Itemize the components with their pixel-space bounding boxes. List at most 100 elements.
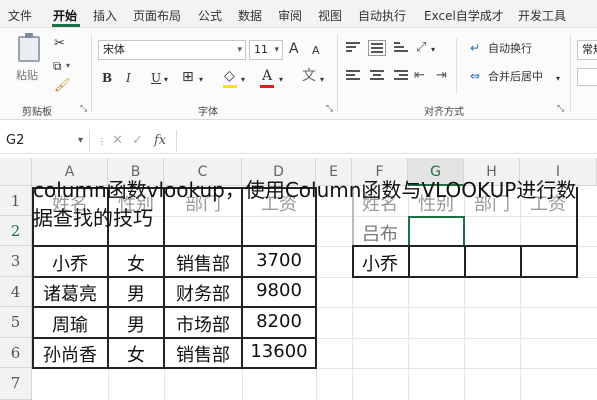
underline-button[interactable]: U [151, 70, 161, 86]
merge-dropdown-icon[interactable]: ▾ [556, 71, 560, 87]
tab-developer[interactable]: 开发工具 [518, 7, 566, 24]
cell-c5[interactable]: 市场部 [164, 311, 242, 337]
phonetic-dropdown-icon[interactable]: ▾ [320, 72, 324, 88]
tab-data[interactable]: 数据 [238, 7, 262, 24]
row-header-5[interactable]: 5 [0, 307, 32, 338]
merge-center-button[interactable]: 合并后居中 [488, 69, 543, 85]
tab-file[interactable]: 文件 [8, 7, 32, 24]
font-color-icon[interactable]: A [262, 68, 272, 84]
format-painter-icon[interactable]: 🖌 [54, 78, 71, 94]
cell-c4[interactable]: 财务部 [164, 280, 242, 306]
table-border [32, 276, 317, 278]
border-icon[interactable]: ⊞ [182, 69, 194, 85]
row-header-6[interactable]: 6 [0, 338, 32, 368]
formula-divider [176, 130, 177, 152]
cell-a5[interactable]: 周瑜 [32, 311, 108, 337]
tab-home[interactable]: 开始 [53, 7, 77, 24]
font-color-dropdown-icon[interactable]: ▾ [279, 72, 283, 88]
tab-page-layout[interactable]: 页面布局 [133, 7, 181, 24]
decrease-indent-icon[interactable]: ⇤ [414, 68, 425, 84]
fill-color-icon[interactable]: ◇ [224, 68, 235, 84]
align-center-icon[interactable] [370, 70, 384, 82]
table-border [32, 367, 317, 369]
chevron-down-icon: ▾ [274, 45, 279, 55]
underline-dropdown-icon[interactable]: ▾ [164, 72, 168, 88]
cancel-icon[interactable]: ✕ [112, 133, 123, 148]
align-top-icon[interactable] [346, 42, 360, 54]
font-size-value: 11 [254, 43, 268, 56]
group-divider [456, 38, 457, 94]
border-dropdown-icon[interactable]: ▾ [199, 72, 203, 88]
row-header-4[interactable]: 4 [0, 277, 32, 307]
alignment-launcher-icon[interactable]: ⤡ [557, 104, 564, 114]
cell-c3[interactable]: 销售部 [164, 250, 242, 276]
row-header-7[interactable]: 7 [0, 368, 32, 400]
paste-button[interactable]: 粘贴 [16, 68, 38, 84]
currency-format-button[interactable] [577, 68, 597, 86]
cell-b4[interactable]: 男 [108, 280, 164, 306]
align-left-icon[interactable] [346, 70, 360, 82]
cell-a4[interactable]: 诸葛亮 [32, 280, 108, 306]
cell-b6[interactable]: 女 [108, 341, 164, 367]
menu-bar: 文件 开始 插入 页面布局 公式 数据 审阅 视图 自动执行 Excel自学成才… [0, 0, 597, 28]
clipboard-group-label: 剪贴板 [22, 107, 52, 118]
orientation-icon[interactable]: ⤢ [416, 40, 426, 56]
cell-c6[interactable]: 销售部 [164, 341, 242, 367]
lookup-table-border [352, 245, 354, 278]
decrease-font-button[interactable]: A [312, 43, 320, 59]
font-group-label: 字体 [198, 107, 218, 118]
enter-icon[interactable]: ✓ [132, 133, 143, 148]
cut-icon[interactable]: ✂ [54, 36, 65, 52]
phonetic-icon[interactable]: 文 [302, 68, 316, 84]
tab-insert[interactable]: 插入 [93, 7, 117, 24]
wrap-text-button[interactable]: 自动换行 [488, 41, 532, 57]
select-all-corner[interactable] [0, 158, 32, 186]
align-bottom-icon[interactable] [394, 42, 408, 54]
cell-d3[interactable]: 3700 [242, 250, 316, 271]
align-middle-icon[interactable] [368, 40, 386, 56]
tab-view[interactable]: 视图 [318, 7, 342, 24]
font-size-combo[interactable]: 11 ▾ [249, 40, 283, 60]
cell-b5[interactable]: 男 [108, 311, 164, 337]
lookup-table-border [464, 245, 466, 278]
active-tab-indicator [52, 24, 80, 27]
row-header-1[interactable]: 1 [0, 186, 32, 216]
align-right-icon[interactable] [394, 70, 408, 82]
chevron-down-icon: ▾ [77, 135, 83, 146]
font-name-combo[interactable]: 宋体 ▾ [98, 40, 246, 60]
paste-icon[interactable] [18, 33, 40, 62]
wrap-text-icon[interactable]: ↵ [470, 40, 480, 56]
cell-d5[interactable]: 8200 [242, 311, 316, 332]
increase-font-button[interactable]: A [289, 41, 299, 57]
insert-function-button[interactable]: fx [154, 133, 166, 148]
cell-a6[interactable]: 孙尚香 [32, 341, 108, 367]
italic-button[interactable]: I [126, 70, 131, 86]
copy-icon[interactable]: ⧉ [53, 58, 62, 74]
table-border [32, 306, 317, 308]
cell-f3[interactable]: 小乔 [352, 250, 408, 276]
cell-d6[interactable]: 13600 [242, 341, 316, 362]
row-header-2[interactable]: 2 [0, 216, 32, 246]
font-launcher-icon[interactable]: ⤡ [326, 104, 333, 114]
cell-a3[interactable]: 小乔 [32, 250, 108, 276]
orientation-dropdown-icon[interactable]: ▾ [431, 42, 435, 58]
chevron-down-icon: ▾ [237, 45, 242, 55]
name-box[interactable]: G2 ▾ [0, 130, 90, 152]
increase-indent-icon[interactable]: ⇥ [436, 68, 447, 84]
cell-d4[interactable]: 9800 [242, 280, 316, 301]
clipboard-launcher-icon[interactable]: ⤡ [80, 104, 87, 114]
tab-excel-self-study[interactable]: Excel自学成才 [424, 7, 504, 24]
tab-automate[interactable]: 自动执行 [358, 7, 406, 24]
cell-b3[interactable]: 女 [108, 250, 164, 276]
merge-center-icon[interactable]: ⇔ [470, 68, 480, 84]
group-divider [337, 34, 338, 112]
number-format-combo[interactable]: 常规 [577, 40, 597, 60]
tab-formulas[interactable]: 公式 [198, 7, 222, 24]
article-title-caption: column函数vlookup，使用Column函数与VLOOKUP进行数据查找… [33, 178, 577, 230]
bold-button[interactable]: B [102, 70, 112, 86]
copy-dropdown-icon[interactable]: ▾ [66, 58, 70, 74]
row-header-3[interactable]: 3 [0, 246, 32, 277]
font-color-swatch [260, 85, 274, 88]
fill-dropdown-icon[interactable]: ▾ [241, 72, 245, 88]
tab-review[interactable]: 审阅 [278, 7, 302, 24]
